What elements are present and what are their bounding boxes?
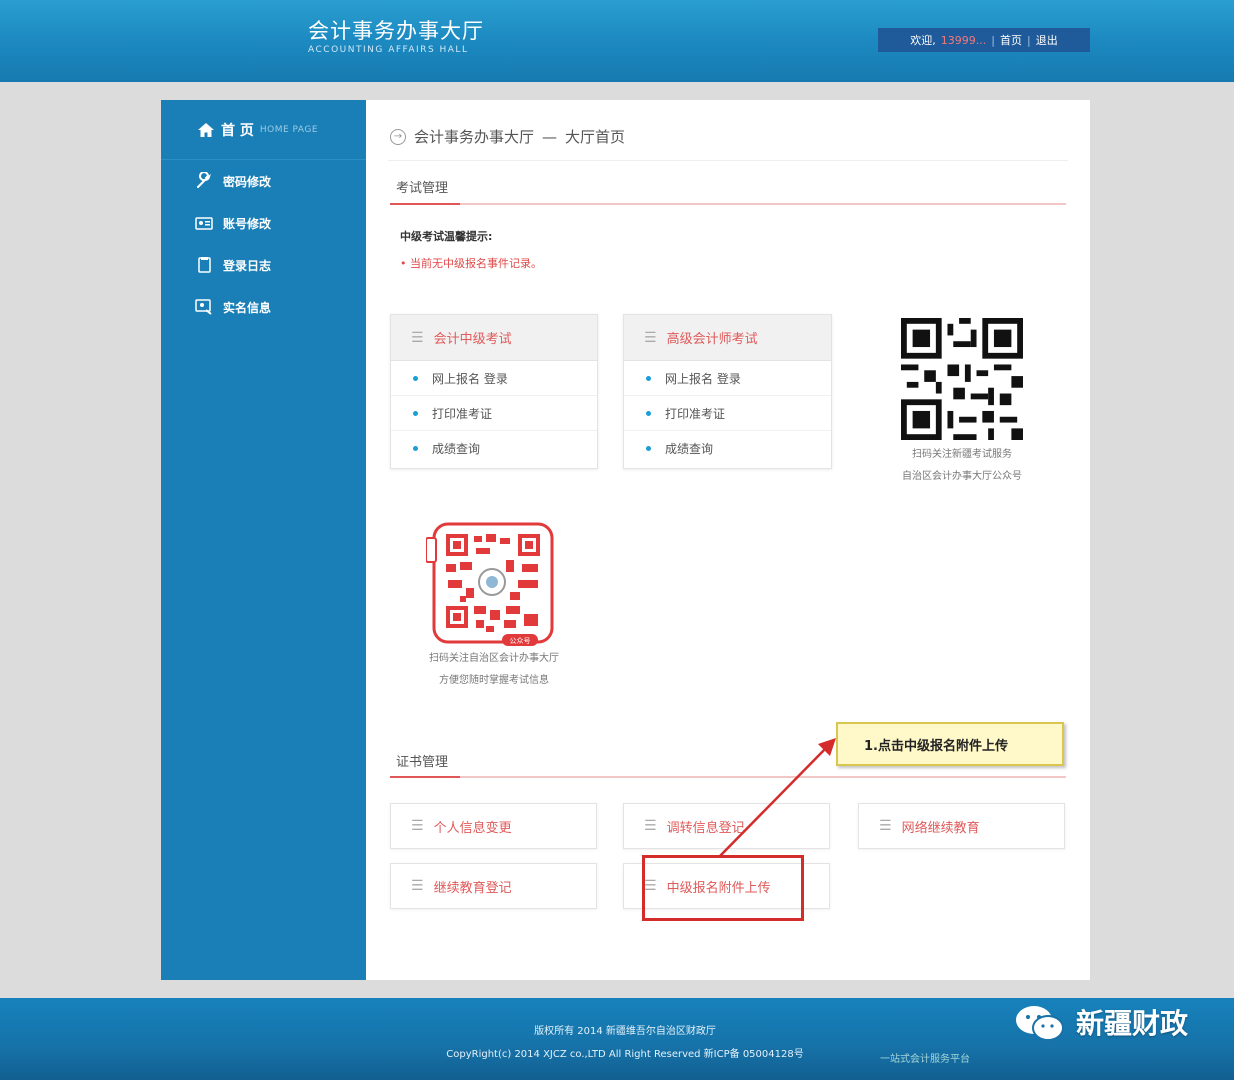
list-icon: ☰ [411,329,424,346]
sidebar-item-login-log[interactable]: 登录日志 [195,254,271,276]
user-bar-separator: | [991,33,995,47]
breadcrumb: → 会计事务办事大厅 — 大厅首页 [390,126,625,147]
list-icon: ☰ [411,818,424,834]
card-header: ☰ 会计中级考试 [391,315,597,361]
qr2-caption-line1: 扫码关注自治区会计办事大厅 [429,653,559,664]
exam-card-senior: ☰ 高级会计师考试 网上报名 登录 打印准考证 成绩查询 [623,314,832,469]
bullet-icon [413,375,418,381]
watermark-name: 新疆财政 [1076,1007,1189,1040]
annotation-callout: 1.点击中级报名附件上传 [836,722,1064,766]
user-bar: 欢迎, 13999... | 首页 | 退出 [878,28,1090,52]
card-row-admission[interactable]: 打印准考证 [624,396,831,431]
list-icon: ☰ [879,818,892,834]
qr-code-icon [901,318,1023,440]
button-label: 网络继续教育 [901,820,980,836]
sidebar-item-label: 账号修改 [223,216,272,231]
footer-copyright-en: CopyRight(c) 2014 XJCZ co.,LTD All Right… [446,1049,804,1060]
card-row-score[interactable]: 成绩查询 [624,431,831,466]
red-qr-code-icon: 公众号 [426,518,558,650]
app-subtitle: ACCOUNTING AFFAIRS HALL [308,45,469,55]
transfer-info-button[interactable]: ☰ 调转信息登记 [623,803,830,849]
top-header: 会计事务办事大厅 ACCOUNTING AFFAIRS HALL 欢迎, 139… [0,0,1234,82]
card-row-register[interactable]: 网上报名 登录 [624,361,831,396]
personal-info-change-button[interactable]: ☰ 个人信息变更 [390,803,597,849]
bullet-icon [413,410,418,416]
watermark-sub: 一站式会计服务平台 [880,1054,970,1065]
exam-section-rule [390,203,1066,205]
online-education-button[interactable]: ☰ 网络继续教育 [858,803,1065,849]
bullet-icon [646,446,651,451]
cert-section-rule [390,776,1066,778]
button-label: 继续教育登记 [433,880,512,896]
brand: 会计事务办事大厅 ACCOUNTING AFFAIRS HALL [308,18,484,56]
breadcrumb-separator: — [542,127,558,146]
id-card-icon [195,217,213,230]
divider [388,160,1068,161]
bullet-icon [413,446,418,451]
sidebar-item-label: 实名信息 [223,300,272,315]
list-icon: ☰ [411,878,424,894]
sidebar-item-label: 密码修改 [223,174,272,189]
profile-icon [195,299,212,315]
home-label-en: HOME PAGE [259,124,319,135]
row-label: 成绩查询 [432,442,481,456]
wrench-icon [197,172,211,188]
exam-card-intermediate: ☰ 会计中级考试 网上报名 登录 打印准考证 成绩查询 [390,314,598,469]
sidebar-item-password[interactable]: 密码修改 [195,170,271,192]
app-title: 会计事务办事大厅 [308,19,484,43]
qr1-caption-line2: 自治区会计办事大厅公众号 [902,471,1022,482]
sidebar-item-real-name[interactable]: 实名信息 [195,296,271,318]
sidebar-item-label: 登录日志 [223,258,272,273]
arrow-circle-icon: → [390,128,406,145]
sidebar: 首 页 HOME PAGE 密码修改 账号修改 登录日志 实名信息 [161,100,366,980]
notice-item: • 当前无中级报名事件记录。 [400,257,542,270]
breadcrumb-current: 大厅首页 [565,128,626,146]
button-label: 调转信息登记 [666,820,745,836]
list-icon: ☰ [644,329,657,346]
sidebar-item-account[interactable]: 账号修改 [195,212,271,234]
row-label: 打印准考证 [665,406,726,421]
document-icon [198,257,211,273]
qr2-caption-line2: 方便您随时掌握考试信息 [439,675,549,686]
row-label: 网上报名 登录 [432,371,508,386]
wechat-icon [1016,1006,1064,1041]
bullet-icon [646,410,651,416]
user-bar-separator: | [1026,33,1031,47]
education-register-button[interactable]: ☰ 继续教育登记 [390,863,597,909]
row-label: 打印准考证 [432,406,493,421]
breadcrumb-root[interactable]: 会计事务办事大厅 [414,126,534,147]
card-row-register[interactable]: 网上报名 登录 [391,361,597,396]
home-icon [198,122,214,137]
qr2-caption: 扫码关注自治区会计办事大厅 方便您随时掌握考试信息 [406,648,582,692]
home-link[interactable]: 首页 [1000,32,1022,48]
cert-section-title: 证书管理 [396,755,449,770]
main-panel: → 会计事务办事大厅 — 大厅首页 考试管理 中级考试温馨提示: • 当前无中级… [366,100,1090,980]
card-header: ☰ 高级会计师考试 [624,315,831,361]
qr1-caption-line1: 扫码关注新疆考试服务 [912,449,1012,460]
content-container: 首 页 HOME PAGE 密码修改 账号修改 登录日志 实名信息 → 会计事务… [161,100,1090,980]
notice-title: 中级考试温馨提示: [400,230,493,243]
home-label: 首 页 [221,122,254,139]
card-row-admission[interactable]: 打印准考证 [391,396,597,431]
card-title: 高级会计师考试 [666,332,758,347]
bullet-icon [646,375,651,381]
qr1-caption: 扫码关注新疆考试服务 自治区会计办事大厅公众号 [881,444,1043,488]
exam-section-title: 考试管理 [396,181,449,196]
sidebar-home[interactable]: 首 页 HOME PAGE [161,100,366,160]
watermark: 新疆财政 [1014,1002,1188,1042]
row-label: 成绩查询 [665,442,714,456]
user-phone: 13999... [940,33,987,47]
card-title: 会计中级考试 [433,332,512,347]
red-qr-badge: 公众号 [510,637,531,645]
row-label: 网上报名 登录 [665,371,741,386]
list-icon: ☰ [644,818,657,834]
greeting-text: 欢迎, [910,34,936,47]
button-label: 个人信息变更 [433,820,512,836]
highlight-box [642,855,804,921]
card-row-score[interactable]: 成绩查询 [391,431,597,466]
logout-link[interactable]: 退出 [1036,32,1058,48]
